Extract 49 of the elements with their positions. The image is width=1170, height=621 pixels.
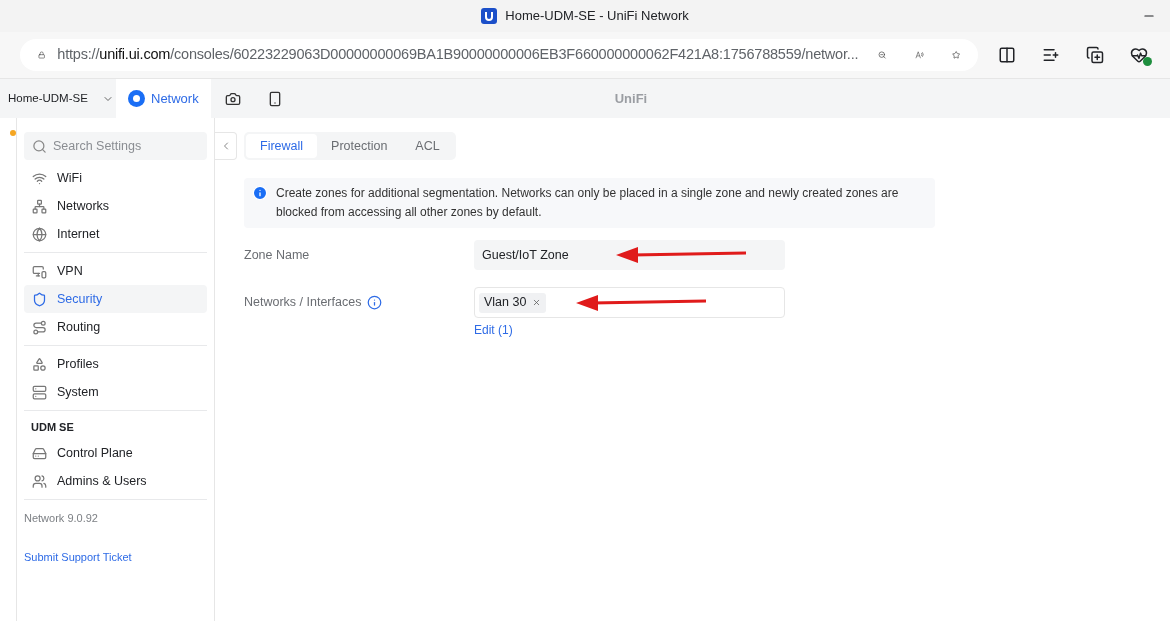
field-label: Networks / Interfaces (244, 294, 362, 311)
sidebar-item[interactable]: System (24, 378, 207, 406)
console-selector[interactable]: Home-UDM-SE (0, 79, 116, 118)
info-icon[interactable] (367, 294, 383, 310)
search-icon (32, 139, 47, 154)
app-tab[interactable]: Network (116, 79, 211, 118)
admins-icon (32, 473, 47, 489)
unifi-logo: UniFi (614, 89, 648, 108)
network-chip[interactable]: Vlan 30 (479, 292, 547, 313)
routing-icon (32, 319, 47, 335)
sidebar-item[interactable]: Networks (24, 192, 207, 220)
sidebar-item[interactable]: Control Plane (24, 439, 207, 467)
sidebar-item[interactable]: Admins & Users (24, 467, 207, 495)
internet-icon (32, 226, 47, 242)
section-heading: UDM SE (30, 419, 75, 435)
tab[interactable]: Firewall (246, 134, 318, 158)
sidebar-item[interactable]: WiFi (24, 164, 207, 192)
system-icon (32, 384, 47, 400)
split-screen-icon[interactable] (998, 46, 1016, 64)
search-field[interactable]: Search Settings (24, 132, 207, 160)
security-icon (32, 291, 47, 307)
health-icon[interactable] (1130, 46, 1150, 64)
collections-icon[interactable] (1086, 46, 1104, 64)
info-text: Create zones for additional segmentation. Networks can only be placed in a single zone and newly created zones are blocked from accessing all other zones by default. (276, 185, 900, 221)
edit-link[interactable]: Edit (1) (474, 321, 785, 339)
sidebar-item[interactable]: Profiles (24, 350, 207, 378)
unifi-logo-icon (481, 8, 498, 24)
networks-icon (32, 198, 47, 214)
window-title: Home-UDM-SE - UniFi Network (505, 7, 689, 26)
address-bar[interactable]: https://unifi.ui.com/consoles/60223229063D00000000069BA1B90000000006EB3F660000000062F421A8:1756788559/networ... (20, 39, 978, 71)
tab[interactable]: ACL (401, 134, 454, 158)
zone-name-field[interactable]: Guest/IoT Zone (474, 240, 785, 270)
remove-icon[interactable] (532, 298, 542, 307)
sidebar-item[interactable]: Internet (24, 220, 207, 248)
info-icon (252, 185, 268, 201)
wifi-icon (32, 170, 47, 186)
tab[interactable]: Protection (317, 134, 402, 158)
sidebar-item[interactable]: VPN (24, 257, 207, 285)
networks-field[interactable]: Vlan 30 (474, 287, 785, 318)
network-app-icon (128, 90, 145, 107)
sidebar-item[interactable]: Routing (24, 313, 207, 341)
version-text: Network 9.0.92 (24, 511, 99, 526)
favorites-icon[interactable] (1042, 46, 1060, 64)
support-ticket-link[interactable]: Submit Support Ticket (24, 548, 207, 565)
camera-app-icon[interactable] (224, 90, 241, 107)
url-text: https://unifi.ui.com/consoles/60223229063D00000000069BA1B90000000006EB3F660000000062F421A8:1756788559/networ... (57, 45, 859, 65)
field-label: Zone Name (244, 246, 311, 264)
profiles-icon (32, 356, 47, 372)
sidebar-item[interactable]: Security (24, 285, 207, 313)
